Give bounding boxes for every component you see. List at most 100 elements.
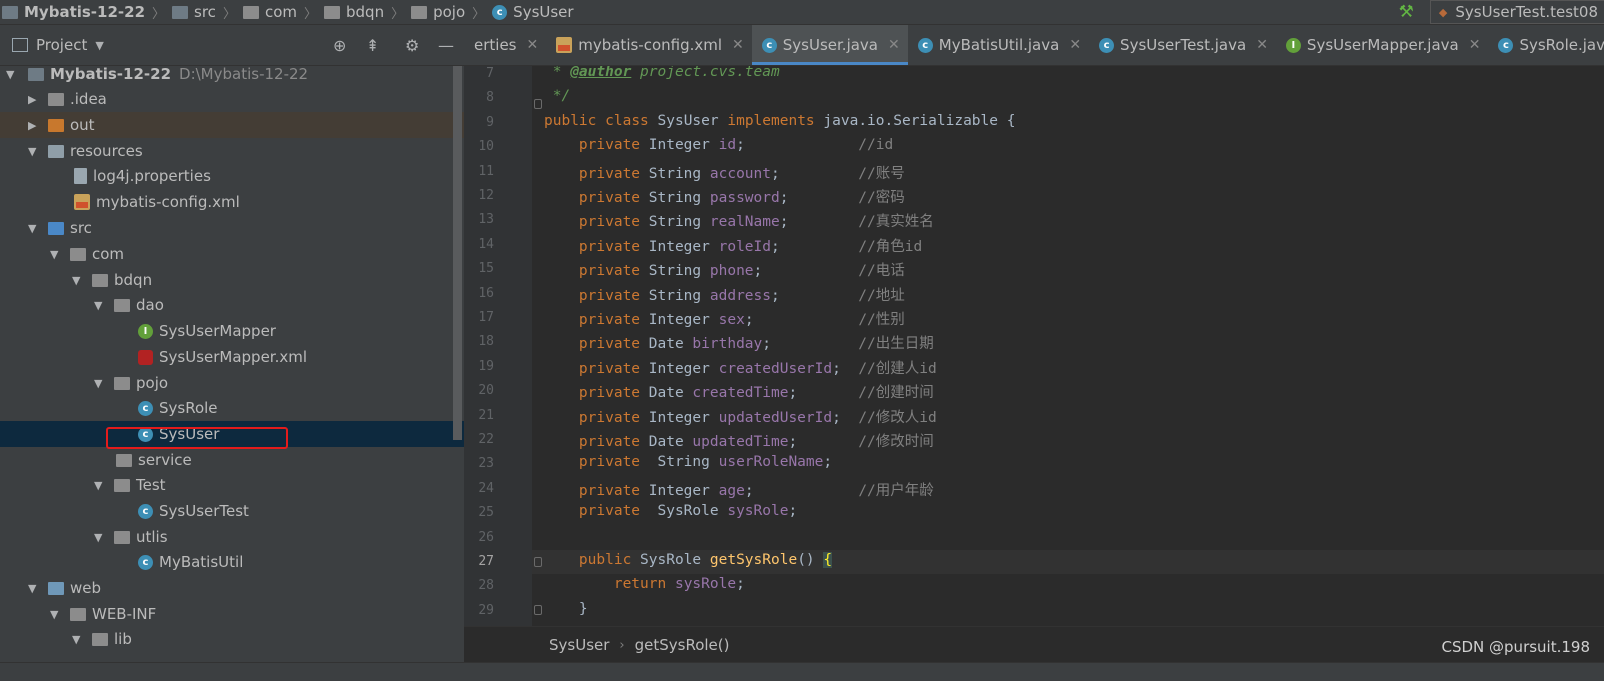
close-icon[interactable]: ✕ xyxy=(1469,37,1481,53)
code-line: } xyxy=(544,600,588,617)
close-icon[interactable]: ✕ xyxy=(1069,37,1081,53)
tree-item-pojo[interactable]: ▼ pojo xyxy=(0,370,464,396)
tree-scrollbar[interactable] xyxy=(453,66,462,440)
tree-item-sysrole[interactable]: c SysRole xyxy=(0,395,464,421)
expand-arrow-icon[interactable]: ▼ xyxy=(50,608,64,621)
expand-arrow-icon[interactable]: ▼ xyxy=(28,222,42,235)
line-number: 13 xyxy=(478,212,494,228)
gear-icon[interactable]: ⚙ xyxy=(405,36,419,55)
tree-item-dao[interactable]: ▼ dao xyxy=(0,292,464,318)
tree-item-project-root[interactable]: ▼ Mybatis-12-22 D:\Mybatis-12-22 xyxy=(0,66,464,87)
tree-item-lib[interactable]: ▼ lib xyxy=(0,626,464,652)
code-line: */ xyxy=(544,88,571,105)
class-icon: c xyxy=(138,554,153,570)
line-number: 12 xyxy=(478,188,494,203)
line-number: 15 xyxy=(478,261,494,277)
tab-sysuser-java[interactable]: c SysUser.java ✕ xyxy=(751,25,908,65)
collapsed-arrow-icon[interactable]: ▶ xyxy=(28,93,42,106)
expand-arrow-icon[interactable]: ▼ xyxy=(72,633,86,646)
expand-arrow-icon[interactable]: ▼ xyxy=(94,299,108,312)
expand-arrow-icon[interactable]: ▼ xyxy=(28,582,42,595)
tree-item-service[interactable]: service xyxy=(0,447,464,473)
breadcrumb-bdqn[interactable]: bdqn xyxy=(322,3,386,21)
expand-arrow-icon[interactable]: ▼ xyxy=(28,145,42,158)
editor-tab-bar: erties ✕ mybatis-config.xml ✕ c SysUser.ja… xyxy=(474,25,1604,66)
project-view-select[interactable]: Project xyxy=(36,36,87,54)
tab-mybatis-config[interactable]: mybatis-config.xml ✕ xyxy=(546,25,752,65)
tab-mybatisutil-java[interactable]: c MyBatisUtil.java ✕ xyxy=(908,25,1089,65)
code-editor[interactable]: * @author project.cvs.team */ public clas… xyxy=(464,66,1604,626)
close-icon[interactable]: ✕ xyxy=(527,37,539,53)
close-icon[interactable]: ✕ xyxy=(888,37,900,53)
resources-folder-icon xyxy=(48,144,64,158)
tree-item-web-inf[interactable]: ▼ WEB-INF xyxy=(0,601,464,627)
test-config-icon: ◆ xyxy=(1438,5,1448,19)
breadcrumb-src[interactable]: src xyxy=(170,3,218,21)
expand-arrow-icon[interactable]: ▼ xyxy=(94,531,108,544)
tree-item-test[interactable]: ▼ Test xyxy=(0,472,464,498)
collapse-all-icon[interactable]: ⇞ xyxy=(366,36,379,55)
code-line: private Integer createdUserId; //创建人id xyxy=(578,360,937,377)
tree-item-src[interactable]: ▼ src xyxy=(0,215,464,241)
tree-item-log4j[interactable]: log4j.properties xyxy=(0,163,464,189)
line-number: 20 xyxy=(478,383,494,399)
run-configuration-select[interactable]: ◆ SysUserTest.test08 xyxy=(1429,0,1604,24)
tree-item-mybatis-config[interactable]: mybatis-config.xml xyxy=(0,189,464,215)
tab-sysrole-java[interactable]: c SysRole.java xyxy=(1488,25,1604,65)
web-folder-icon xyxy=(48,581,64,595)
tree-item-idea[interactable]: ▶ .idea xyxy=(0,86,464,112)
project-window-icon xyxy=(12,38,28,52)
close-icon[interactable]: ✕ xyxy=(1256,37,1268,53)
tree-item-out[interactable]: ▶ out xyxy=(0,112,464,138)
folder-icon xyxy=(48,92,64,106)
breadcrumb-method[interactable]: getSysRole() xyxy=(635,636,730,654)
tab-sysusermapper-java[interactable]: I SysUserMapper.java ✕ xyxy=(1276,25,1489,65)
tree-item-com[interactable]: ▼ com xyxy=(0,241,464,267)
tree-item-bdqn[interactable]: ▼ bdqn xyxy=(0,267,464,293)
source-folder-icon xyxy=(48,221,64,235)
breadcrumb-pojo[interactable]: pojo xyxy=(409,3,467,21)
build-hammer-icon[interactable]: ⚒ xyxy=(1399,2,1414,22)
tree-item-resources[interactable]: ▼ resources xyxy=(0,138,464,164)
expand-arrow-icon[interactable]: ▼ xyxy=(94,479,108,492)
expand-arrow-icon[interactable]: ▼ xyxy=(6,68,20,81)
close-icon[interactable]: ✕ xyxy=(732,37,744,53)
tree-item-web[interactable]: ▼ web xyxy=(0,575,464,601)
breadcrumb-com[interactable]: com xyxy=(241,3,299,21)
tree-item-utlis[interactable]: ▼ utlis xyxy=(0,524,464,550)
breadcrumb-sysuser[interactable]: c SysUser xyxy=(490,3,575,21)
expand-arrow-icon[interactable]: ▼ xyxy=(50,248,64,261)
tree-item-mybatisutil[interactable]: c MyBatisUtil xyxy=(0,549,464,575)
collapsed-arrow-icon[interactable]: ▶ xyxy=(28,119,42,132)
breadcrumb-class[interactable]: SysUser xyxy=(549,636,609,654)
folder-icon xyxy=(70,607,86,621)
code-line: private Integer id; //id xyxy=(578,137,894,154)
run-configuration-area: ⚒ ◆ SysUserTest.test08 xyxy=(1399,0,1604,24)
locate-target-icon[interactable]: ⊕ xyxy=(333,36,346,55)
code-line: private Integer roleId; //角色id xyxy=(578,238,923,255)
tree-item-sysusermapper-xml[interactable]: SysUserMapper.xml xyxy=(0,344,464,370)
fold-marker-icon[interactable] xyxy=(534,605,542,615)
chevron-down-icon[interactable]: ▼ xyxy=(95,39,103,52)
tab-properties[interactable]: erties ✕ xyxy=(474,25,546,65)
hide-panel-icon[interactable]: — xyxy=(438,36,454,55)
package-icon xyxy=(114,530,130,544)
line-number: 8 xyxy=(486,90,494,106)
tree-item-sysusermapper[interactable]: I SysUserMapper xyxy=(0,318,464,344)
expand-arrow-icon[interactable]: ▼ xyxy=(94,377,108,390)
expand-arrow-icon[interactable]: ▼ xyxy=(72,274,86,287)
fold-marker-icon[interactable] xyxy=(534,99,542,109)
package-icon xyxy=(324,5,341,19)
class-icon: c xyxy=(492,4,508,20)
tree-item-sysusertest[interactable]: c SysUserTest xyxy=(0,498,464,524)
highlight-box xyxy=(106,427,288,449)
breadcrumb-project[interactable]: Mybatis-12-22 xyxy=(0,3,147,21)
package-icon xyxy=(116,453,132,467)
chevron-right-icon: 〉 xyxy=(391,6,405,22)
tab-sysusertest-java[interactable]: c SysUserTest.java ✕ xyxy=(1089,25,1276,65)
line-number: 23 xyxy=(478,456,494,472)
line-number: 7 xyxy=(486,66,494,81)
line-number: 22 xyxy=(478,432,494,447)
fold-marker-icon[interactable] xyxy=(534,557,542,567)
code-line: private Integer age; //用户年龄 xyxy=(578,482,934,499)
